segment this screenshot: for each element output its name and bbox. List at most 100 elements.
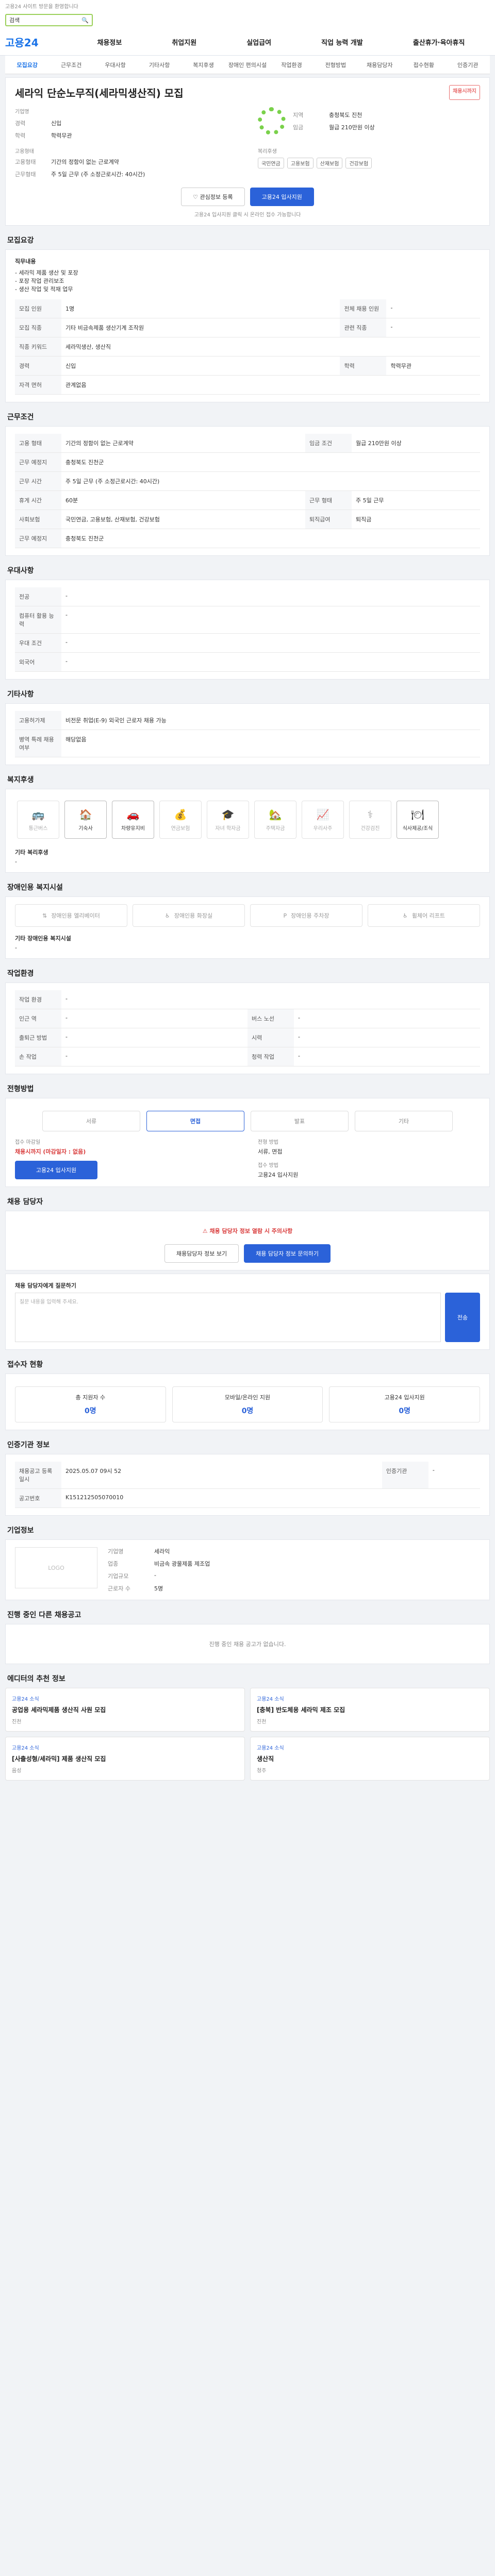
section-title: 우대사항 — [7, 567, 34, 575]
step-item: 서류 — [42, 1111, 140, 1131]
job-title: 세라익 단순노무직(세라믹생산직) 모집 — [15, 87, 184, 99]
global-nav: 고용24 채용정보 취업지원 실업급여 직업 능력 개발 출산휴가·육아휴직 — [0, 29, 495, 56]
tab[interactable]: 기타사항 — [137, 61, 181, 69]
facility-item: P 장애인용 주차장 — [250, 904, 362, 927]
warning-icon: ⚠ — [202, 1228, 210, 1234]
recommend-card[interactable]: 고용24 소식 공업용 세라믹제품 생산직 사원 모집 진천 — [5, 1688, 245, 1732]
restroom-icon: ♿ — [164, 912, 170, 919]
gnb-item[interactable]: 직업 능력 개발 — [321, 37, 363, 47]
search-icon[interactable]: 🔍 — [81, 17, 89, 24]
tab[interactable]: 모집요강 — [5, 61, 49, 69]
section-title: 기타사항 — [7, 690, 34, 699]
elevator-icon: ⇅ — [42, 912, 47, 919]
search-bar: 검색 🔍 — [0, 11, 495, 29]
apply-button[interactable]: 고용24 입사지원 — [250, 188, 314, 206]
work-section: 고용 형태 기간의 정함이 없는 근로계약 임금 조건 월급 210만원 이상 근무 … — [5, 426, 490, 556]
company-section: LOGO 기업명 세라익 업종 비금속 광물제품 제조업 기업규모 - 근로자 수 5명 — [5, 1539, 490, 1600]
section-title: 전형방법 — [7, 1085, 34, 1093]
welfare-item: 🏡 주택자금 — [254, 801, 296, 839]
tab[interactable]: 채용담당자 — [358, 61, 402, 69]
stock-icon: 📈 — [316, 808, 329, 821]
env-section: 작업 환경 - 인근 역 - 버스 노선 - 출퇴근 방법 - 시력 - 손 작업 - 청력 작업… — [5, 982, 490, 1074]
pref-section: 전공 - 컴퓨터 활용 능력 - 우대 조건 - 외국어 - — [5, 580, 490, 680]
scrap-button[interactable]: ♡ 관심정보 등록 — [181, 188, 245, 206]
gnb-item[interactable]: 채용정보 — [97, 37, 122, 47]
inquiry-textarea[interactable]: 질문 내용을 입력해 주세요. — [15, 1293, 441, 1342]
gnb-item[interactable]: 취업지원 — [172, 37, 196, 47]
recommend-card[interactable]: 고용24 소식 [사출성형/세라믹] 제품 생산직 모집 음성 — [5, 1737, 245, 1781]
recruit-section: 직무내용 - 세라믹 제품 생산 및 포장 - 포장 작업 관리보조 - 생산 … — [5, 249, 490, 402]
top-note: 고용24 사이트 방문을 환영합니다 — [0, 0, 495, 11]
disabled-section: ⇅ 장애인용 엘리베이터 ♿ 장애인용 화장실 P 장애인용 주차장 ♿ 휠체어 리프트… — [5, 896, 490, 959]
recommend-list: 고용24 소식 공업용 세라믹제품 생산직 사원 모집 진천 고용24 소식 [충북]… — [5, 1688, 490, 1781]
facility-item: ♿ 장애인용 화장실 — [133, 904, 245, 927]
section-title: 근무조건 — [7, 413, 34, 421]
coin-icon: 💰 — [174, 808, 187, 821]
heart-icon: ♡ — [193, 193, 200, 200]
other-jobs-section: 진행 중인 채용 공고가 없습니다. — [5, 1624, 490, 1664]
etc-section: 고용허가제 비전문 취업(E-9) 외국인 근로자 채용 가능 병역 특례 채용 … — [5, 703, 490, 765]
ask-manager-button[interactable]: 채용 담당자 정보 문의하기 — [244, 1244, 331, 1263]
welfare-section: 🚌 통근버스 🏠 기숙사 🚗 차량유지비 💰 연금보험 🎓 자녀 학자금 🏡 주택자금 📈 우… — [5, 789, 490, 873]
health-icon: ⚕ — [367, 808, 373, 821]
stat-card: 총 지원자 수 0명 — [15, 1386, 166, 1422]
bus-icon: 🚌 — [31, 808, 45, 821]
manager-section: ⚠ 채용 담당자 정보 열람 시 주의사항 채용담당자 정보 보기 채용 담당자… — [5, 1211, 490, 1270]
deadline-badge: 채용시까지 — [449, 85, 480, 100]
logo[interactable]: 고용24 — [5, 35, 72, 49]
section-title: 접수자 현황 — [7, 1361, 43, 1369]
section-title: 복지후생 — [7, 776, 34, 784]
inquiry-section: 채용 담당자에게 질문하기 질문 내용을 입력해 주세요. 전송 — [5, 1274, 490, 1350]
welfare-item: 🏠 기숙사 — [64, 801, 107, 839]
facility-item: ♿ 휠체어 리프트 — [368, 904, 480, 927]
welfare-item: 🍽 식사제공/조식 — [397, 801, 439, 839]
welfare-item: 💰 연금보험 — [159, 801, 202, 839]
parking-icon: P — [283, 912, 287, 919]
step-item: 면접 — [146, 1111, 244, 1131]
tab[interactable]: 우대사항 — [93, 61, 137, 69]
company-logo: LOGO — [15, 1547, 97, 1588]
facility-item: ⇅ 장애인용 엘리베이터 — [15, 904, 127, 927]
tab[interactable]: 근무조건 — [49, 61, 93, 69]
meal-icon: 🍽 — [411, 808, 424, 821]
section-title: 기업정보 — [7, 1527, 34, 1535]
section-title: 채용 담당자 — [7, 1198, 43, 1206]
cert-section: 채용공고 등록일시 2025.05.07 09시 52 인증기관 - 공고번호 K151… — [5, 1454, 490, 1516]
tab[interactable]: 접수현황 — [402, 61, 446, 69]
section-title: 진행 중인 다른 채용공고 — [7, 1611, 81, 1619]
loading-spinner-icon — [258, 107, 286, 135]
tab[interactable]: 인증기관 — [446, 61, 490, 69]
step-item: 기타 — [355, 1111, 453, 1131]
section-title: 장애인용 복지시설 — [7, 884, 63, 892]
section-title: 에디터의 추천 정보 — [7, 1675, 65, 1683]
section-title: 인증기관 정보 — [7, 1441, 50, 1449]
section-tabs: 모집요강 근무조건 우대사항 기타사항 복지후생 장애인 편의시설 작업환경 전… — [5, 56, 490, 74]
home-loan-icon: 🏡 — [269, 808, 282, 821]
house-icon: 🏠 — [79, 808, 92, 821]
tab[interactable]: 작업환경 — [270, 61, 314, 69]
section-title: 모집요강 — [7, 236, 34, 245]
recommend-card[interactable]: 고용24 소식 [충북] 반도체용 세라믹 제조 모집 진천 — [250, 1688, 490, 1732]
recommend-card[interactable]: 고용24 소식 생산직 청주 — [250, 1737, 490, 1781]
welfare-item: 🚌 통근버스 — [17, 801, 59, 839]
job-summary-card: 세라익 단순노무직(세라믹생산직) 모집 채용시까지 기업명 경력 신입 학력 학력무… — [5, 77, 490, 226]
welfare-item: 🚗 차량유지비 — [112, 801, 154, 839]
search-input[interactable]: 검색 🔍 — [5, 14, 93, 26]
welfare-item: ⚕ 건강검진 — [349, 801, 391, 839]
gnb-item[interactable]: 실업급여 — [246, 37, 271, 47]
stat-card: 모바일/온라인 지원 0명 — [172, 1386, 323, 1422]
screen-section: 서류 면접 발표 기타 접수 마감일 채용시까지 (마감일자 : 없음) 고용2… — [5, 1098, 490, 1187]
company-label: 기업명 — [15, 109, 29, 115]
welfare-item: 📈 우리사주 — [302, 801, 344, 839]
gnb-item[interactable]: 출산휴가·육아휴직 — [413, 37, 465, 47]
inquiry-send-button[interactable]: 전송 — [445, 1293, 480, 1342]
view-manager-button[interactable]: 채용담당자 정보 보기 — [164, 1244, 239, 1263]
stat-card: 고용24 입사지원 0명 — [329, 1386, 481, 1422]
step-item: 발표 — [251, 1111, 349, 1131]
tab[interactable]: 전형방법 — [314, 61, 357, 69]
tab[interactable]: 장애인 편의시설 — [225, 61, 269, 69]
car-icon: 🚗 — [126, 808, 140, 821]
welfare-item: 🎓 자녀 학자금 — [207, 801, 249, 839]
tab[interactable]: 복지후생 — [182, 61, 225, 69]
screen-apply-button[interactable]: 고용24 입사지원 — [15, 1161, 97, 1179]
